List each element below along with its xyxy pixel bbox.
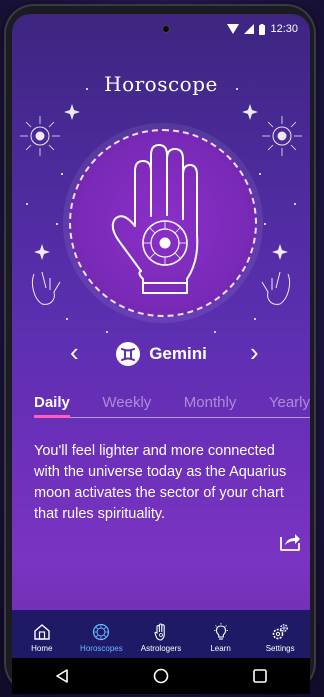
app-screen: 12:30 Horoscope ‹ Gemini › Daily Weekly …	[12, 14, 310, 694]
sign-name: Gemini	[149, 344, 207, 363]
zodiac-wheel-icon	[93, 623, 110, 641]
status-time: 12:30	[270, 23, 298, 35]
nav-settings-label: Settings	[265, 644, 295, 653]
gears-icon	[272, 624, 289, 640]
nav-astrologers-label: Astrologers	[140, 644, 182, 653]
tab-monthly[interactable]: Monthly	[184, 394, 237, 417]
system-navigation-bar	[12, 658, 310, 694]
nav-learn[interactable]: Learn	[192, 623, 250, 653]
nav-horoscopes[interactable]: Horoscopes	[72, 623, 130, 653]
status-bar: 12:30	[12, 14, 310, 44]
recents-button[interactable]	[244, 660, 276, 692]
next-sign-button[interactable]: ›	[250, 339, 259, 365]
nav-horoscopes-label: Horoscopes	[80, 644, 123, 653]
hand-icon	[154, 623, 165, 641]
signal-icon	[244, 24, 255, 34]
nav-astrologers[interactable]: Astrologers	[132, 623, 190, 653]
battery-icon	[259, 23, 266, 35]
back-button[interactable]	[46, 660, 78, 692]
wifi-icon	[227, 24, 240, 34]
tab-weekly[interactable]: Weekly	[102, 394, 151, 417]
home-circle-icon	[153, 668, 169, 684]
back-triangle-icon	[55, 669, 68, 683]
home-icon	[34, 624, 50, 640]
sign-selector: ‹ Gemini ›	[12, 339, 310, 369]
nav-home-label: Home	[31, 644, 53, 653]
tab-daily[interactable]: Daily	[34, 394, 70, 418]
nav-learn-label: Learn	[210, 644, 231, 653]
home-system-button[interactable]	[145, 660, 177, 692]
bottom-navigation: Home Horoscopes Astrologers Learn Settin…	[12, 610, 310, 658]
horoscope-medallion	[69, 129, 257, 317]
lightbulb-icon	[213, 623, 228, 640]
palm-hand-icon	[111, 144, 199, 294]
nav-settings[interactable]: Settings	[251, 623, 309, 653]
tab-yearly[interactable]: Yearly	[269, 394, 310, 417]
previous-sign-button[interactable]: ‹	[70, 339, 79, 365]
recents-square-icon	[253, 669, 268, 683]
gemini-icon	[116, 342, 141, 366]
horoscope-reading: You'll feel lighter and more connected w…	[34, 443, 287, 522]
share-icon[interactable]	[278, 529, 302, 553]
period-tabs: Daily Weekly Monthly Yearly	[34, 394, 310, 418]
nav-home[interactable]: Home	[13, 623, 71, 653]
